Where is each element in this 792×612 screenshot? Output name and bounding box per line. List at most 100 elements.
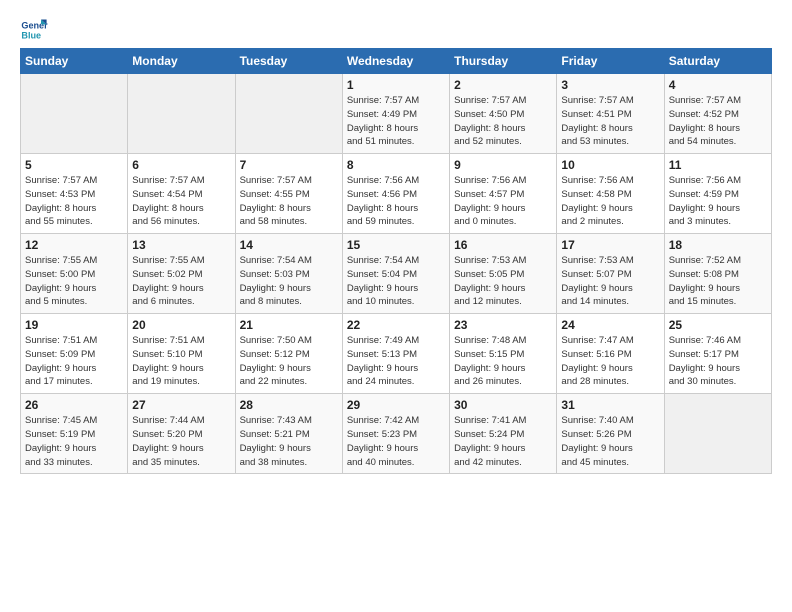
- cell-content: Sunrise: 7:54 AM Sunset: 5:04 PM Dayligh…: [347, 254, 445, 309]
- cell-content: Sunrise: 7:57 AM Sunset: 4:55 PM Dayligh…: [240, 174, 338, 229]
- cell-content: Sunrise: 7:48 AM Sunset: 5:15 PM Dayligh…: [454, 334, 552, 389]
- cell-content: Sunrise: 7:43 AM Sunset: 5:21 PM Dayligh…: [240, 414, 338, 469]
- day-number: 31: [561, 398, 659, 412]
- calendar-cell: 14 Sunrise: 7:54 AM Sunset: 5:03 PM Dayli…: [235, 234, 342, 314]
- header: General Blue: [20, 16, 772, 44]
- cell-content: Sunrise: 7:40 AM Sunset: 5:26 PM Dayligh…: [561, 414, 659, 469]
- calendar-cell: 18 Sunrise: 7:52 AM Sunset: 5:08 PM Dayli…: [664, 234, 771, 314]
- day-number: 22: [347, 318, 445, 332]
- day-number: 8: [347, 158, 445, 172]
- cell-content: Sunrise: 7:57 AM Sunset: 4:50 PM Dayligh…: [454, 94, 552, 149]
- calendar-cell: 24 Sunrise: 7:47 AM Sunset: 5:16 PM Dayli…: [557, 314, 664, 394]
- cell-content: Sunrise: 7:57 AM Sunset: 4:53 PM Dayligh…: [25, 174, 123, 229]
- calendar-cell: 7 Sunrise: 7:57 AM Sunset: 4:55 PM Daylig…: [235, 154, 342, 234]
- cell-content: Sunrise: 7:57 AM Sunset: 4:49 PM Dayligh…: [347, 94, 445, 149]
- cell-content: Sunrise: 7:47 AM Sunset: 5:16 PM Dayligh…: [561, 334, 659, 389]
- calendar-cell: 28 Sunrise: 7:43 AM Sunset: 5:21 PM Dayli…: [235, 394, 342, 474]
- calendar-cell: 17Sunrise: 7:53 AM Sunset: 5:07 PM Dayli…: [557, 234, 664, 314]
- cell-content: Sunrise: 7:55 AM Sunset: 5:02 PM Dayligh…: [132, 254, 230, 309]
- calendar-table: SundayMondayTuesdayWednesdayThursdayFrid…: [20, 48, 772, 474]
- day-number: 30: [454, 398, 552, 412]
- calendar-cell: 10 Sunrise: 7:56 AM Sunset: 4:58 PM Dayli…: [557, 154, 664, 234]
- calendar-cell: [235, 74, 342, 154]
- day-number: 7: [240, 158, 338, 172]
- day-number: 14: [240, 238, 338, 252]
- calendar-cell: 26 Sunrise: 7:45 AM Sunset: 5:19 PM Dayli…: [21, 394, 128, 474]
- cell-content: Sunrise: 7:57 AM Sunset: 4:52 PM Dayligh…: [669, 94, 767, 149]
- week-row-3: 19 Sunrise: 7:51 AM Sunset: 5:09 PM Dayli…: [21, 314, 772, 394]
- calendar-cell: 15 Sunrise: 7:54 AM Sunset: 5:04 PM Dayli…: [342, 234, 449, 314]
- day-number: 13: [132, 238, 230, 252]
- calendar-cell: [21, 74, 128, 154]
- calendar-cell: 21Sunrise: 7:50 AM Sunset: 5:12 PM Dayli…: [235, 314, 342, 394]
- cell-content: Sunrise: 7:44 AM Sunset: 5:20 PM Dayligh…: [132, 414, 230, 469]
- cell-content: Sunrise: 7:56 AM Sunset: 4:56 PM Dayligh…: [347, 174, 445, 229]
- logo: General Blue: [20, 16, 52, 44]
- calendar-cell: 30 Sunrise: 7:41 AM Sunset: 5:24 PM Dayli…: [450, 394, 557, 474]
- cell-content: Sunrise: 7:56 AM Sunset: 4:58 PM Dayligh…: [561, 174, 659, 229]
- calendar-cell: 31 Sunrise: 7:40 AM Sunset: 5:26 PM Dayli…: [557, 394, 664, 474]
- week-row-2: 12 Sunrise: 7:55 AM Sunset: 5:00 PM Dayli…: [21, 234, 772, 314]
- calendar-cell: 6Sunrise: 7:57 AM Sunset: 4:54 PM Daylig…: [128, 154, 235, 234]
- calendar-cell: 13 Sunrise: 7:55 AM Sunset: 5:02 PM Dayli…: [128, 234, 235, 314]
- day-number: 3: [561, 78, 659, 92]
- logo-icon: General Blue: [20, 16, 48, 44]
- calendar-cell: [664, 394, 771, 474]
- day-number: 10: [561, 158, 659, 172]
- cell-content: Sunrise: 7:57 AM Sunset: 4:51 PM Dayligh…: [561, 94, 659, 149]
- cell-content: Sunrise: 7:52 AM Sunset: 5:08 PM Dayligh…: [669, 254, 767, 309]
- cell-content: Sunrise: 7:51 AM Sunset: 5:09 PM Dayligh…: [25, 334, 123, 389]
- cell-content: Sunrise: 7:53 AM Sunset: 5:05 PM Dayligh…: [454, 254, 552, 309]
- calendar-cell: 29 Sunrise: 7:42 AM Sunset: 5:23 PM Dayli…: [342, 394, 449, 474]
- calendar-cell: 12 Sunrise: 7:55 AM Sunset: 5:00 PM Dayli…: [21, 234, 128, 314]
- day-number: 18: [669, 238, 767, 252]
- calendar-cell: 11Sunrise: 7:56 AM Sunset: 4:59 PM Dayli…: [664, 154, 771, 234]
- day-number: 24: [561, 318, 659, 332]
- header-wednesday: Wednesday: [342, 49, 449, 74]
- header-tuesday: Tuesday: [235, 49, 342, 74]
- day-number: 29: [347, 398, 445, 412]
- header-friday: Friday: [557, 49, 664, 74]
- week-row-4: 26 Sunrise: 7:45 AM Sunset: 5:19 PM Dayli…: [21, 394, 772, 474]
- header-sunday: Sunday: [21, 49, 128, 74]
- cell-content: Sunrise: 7:46 AM Sunset: 5:17 PM Dayligh…: [669, 334, 767, 389]
- calendar-cell: 3 Sunrise: 7:57 AM Sunset: 4:51 PM Daylig…: [557, 74, 664, 154]
- cell-content: Sunrise: 7:56 AM Sunset: 4:57 PM Dayligh…: [454, 174, 552, 229]
- calendar-cell: 23Sunrise: 7:48 AM Sunset: 5:15 PM Dayli…: [450, 314, 557, 394]
- day-number: 21: [240, 318, 338, 332]
- day-number: 11: [669, 158, 767, 172]
- day-number: 9: [454, 158, 552, 172]
- calendar-cell: 19 Sunrise: 7:51 AM Sunset: 5:09 PM Dayli…: [21, 314, 128, 394]
- day-number: 4: [669, 78, 767, 92]
- day-number: 12: [25, 238, 123, 252]
- cell-content: Sunrise: 7:57 AM Sunset: 4:54 PM Dayligh…: [132, 174, 230, 229]
- day-number: 17: [561, 238, 659, 252]
- calendar-cell: 20Sunrise: 7:51 AM Sunset: 5:10 PM Dayli…: [128, 314, 235, 394]
- day-number: 26: [25, 398, 123, 412]
- calendar-cell: 1Sunrise: 7:57 AM Sunset: 4:49 PM Daylig…: [342, 74, 449, 154]
- cell-content: Sunrise: 7:54 AM Sunset: 5:03 PM Dayligh…: [240, 254, 338, 309]
- page: General Blue SundayMondayTuesdayWednesda…: [0, 0, 792, 484]
- day-number: 20: [132, 318, 230, 332]
- cell-content: Sunrise: 7:45 AM Sunset: 5:19 PM Dayligh…: [25, 414, 123, 469]
- cell-content: Sunrise: 7:42 AM Sunset: 5:23 PM Dayligh…: [347, 414, 445, 469]
- header-thursday: Thursday: [450, 49, 557, 74]
- week-row-0: 1Sunrise: 7:57 AM Sunset: 4:49 PM Daylig…: [21, 74, 772, 154]
- calendar-cell: 22 Sunrise: 7:49 AM Sunset: 5:13 PM Dayli…: [342, 314, 449, 394]
- cell-content: Sunrise: 7:49 AM Sunset: 5:13 PM Dayligh…: [347, 334, 445, 389]
- day-number: 25: [669, 318, 767, 332]
- calendar-cell: 25 Sunrise: 7:46 AM Sunset: 5:17 PM Dayli…: [664, 314, 771, 394]
- calendar-header-row: SundayMondayTuesdayWednesdayThursdayFrid…: [21, 49, 772, 74]
- day-number: 2: [454, 78, 552, 92]
- day-number: 28: [240, 398, 338, 412]
- day-number: 15: [347, 238, 445, 252]
- calendar-cell: 8 Sunrise: 7:56 AM Sunset: 4:56 PM Daylig…: [342, 154, 449, 234]
- calendar-cell: 5 Sunrise: 7:57 AM Sunset: 4:53 PM Daylig…: [21, 154, 128, 234]
- cell-content: Sunrise: 7:55 AM Sunset: 5:00 PM Dayligh…: [25, 254, 123, 309]
- calendar-cell: 27Sunrise: 7:44 AM Sunset: 5:20 PM Dayli…: [128, 394, 235, 474]
- day-number: 19: [25, 318, 123, 332]
- day-number: 5: [25, 158, 123, 172]
- cell-content: Sunrise: 7:41 AM Sunset: 5:24 PM Dayligh…: [454, 414, 552, 469]
- header-saturday: Saturday: [664, 49, 771, 74]
- calendar-cell: 4 Sunrise: 7:57 AM Sunset: 4:52 PM Daylig…: [664, 74, 771, 154]
